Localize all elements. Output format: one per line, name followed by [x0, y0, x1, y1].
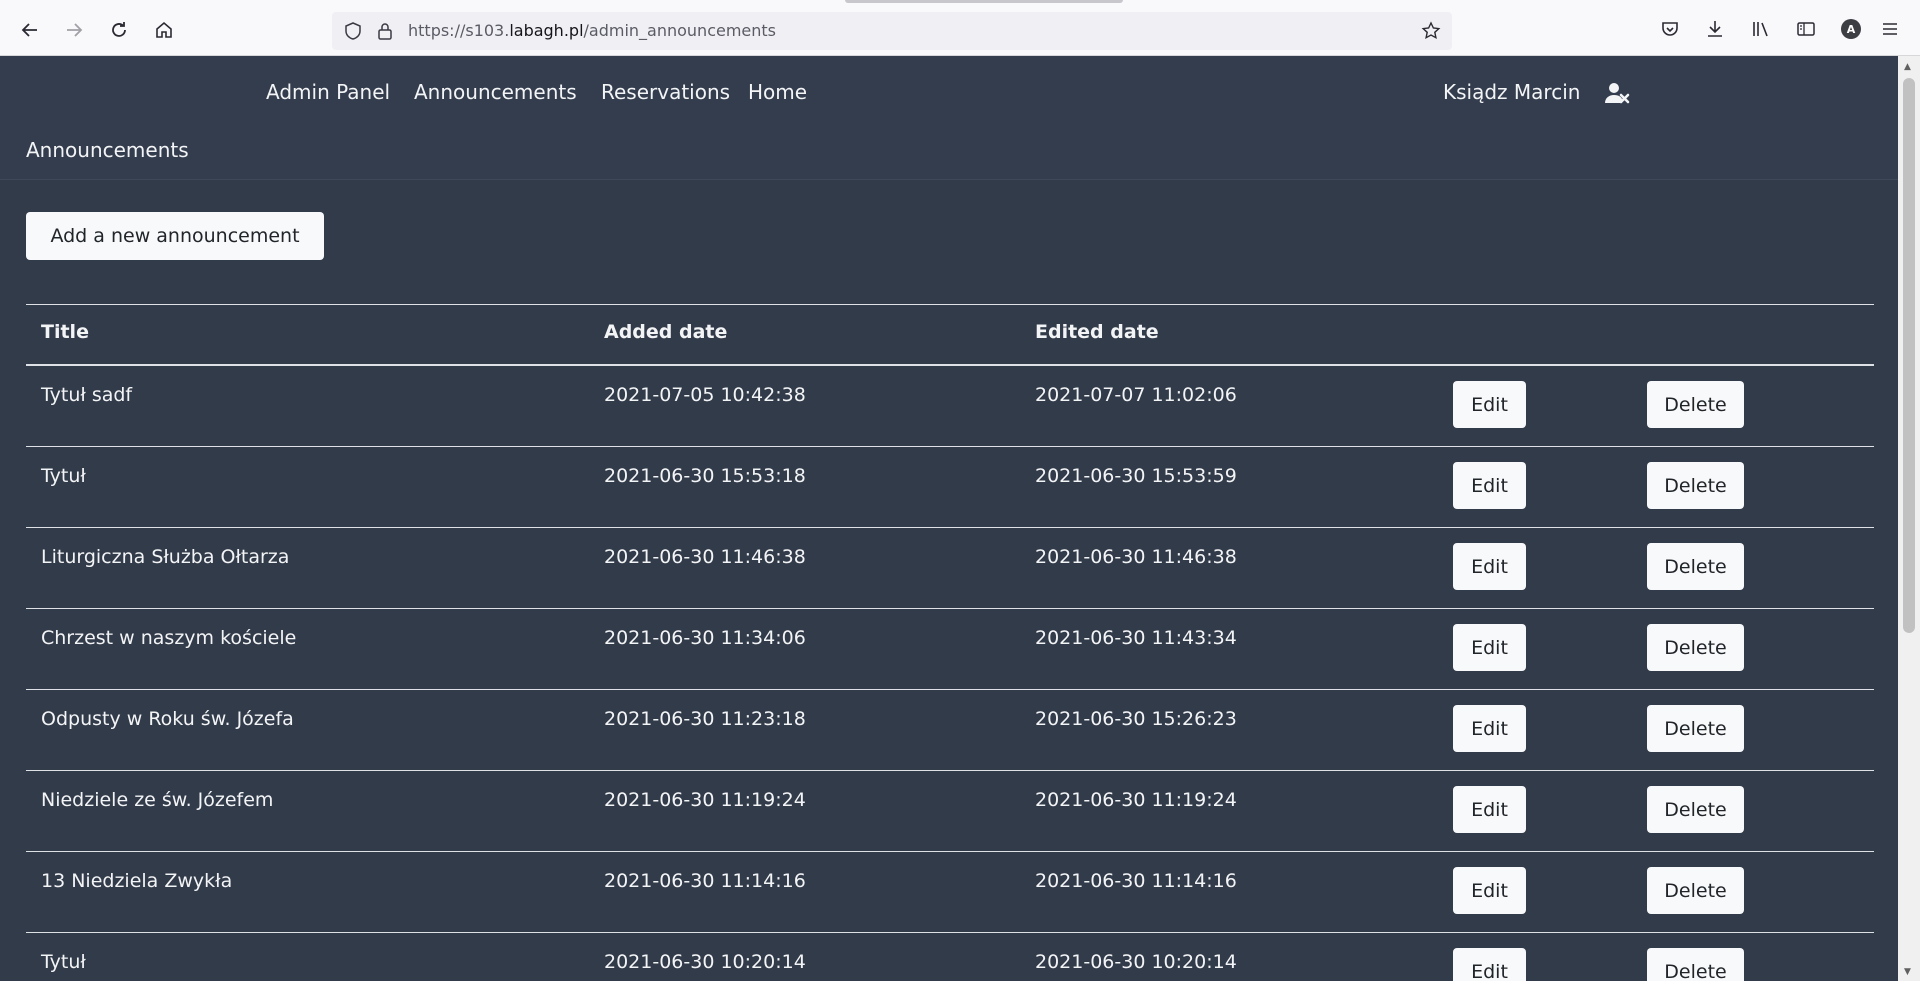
table-row: Odpusty w Roku św. Józefa 2021-06-30 11:…: [26, 690, 1874, 771]
nav-link-admin-panel[interactable]: Admin Panel: [266, 80, 390, 104]
nav-link-reservations[interactable]: Reservations: [601, 80, 730, 104]
cell-title: Tytuł: [41, 951, 86, 973]
page-scrollbar[interactable]: ▲ ▼: [1898, 56, 1920, 981]
cell-title: Chrzest w naszym kościele: [41, 627, 297, 649]
add-announcement-button[interactable]: Add a new announcement: [26, 212, 324, 260]
cell-added-date: 2021-06-30 15:53:18: [604, 465, 806, 487]
page: Admin Panel Announcements Reservations H…: [0, 56, 1898, 981]
table-row: 13 Niedziela Zwykła 2021-06-30 11:14:16 …: [26, 852, 1874, 933]
edit-button[interactable]: Edit: [1453, 867, 1526, 914]
header-edited-date: Edited date: [1035, 321, 1159, 343]
lock-icon[interactable]: [374, 20, 396, 42]
back-icon[interactable]: [14, 14, 46, 46]
account-initial: A: [1841, 19, 1861, 39]
cell-edited-date: 2021-06-30 11:43:34: [1035, 627, 1237, 649]
cell-edited-date: 2021-06-30 10:20:14: [1035, 951, 1237, 973]
cell-edited-date: 2021-06-30 11:46:38: [1035, 546, 1237, 568]
cell-added-date: 2021-06-30 11:23:18: [604, 708, 806, 730]
delete-button[interactable]: Delete: [1647, 786, 1744, 833]
url-prefix: https://s103.: [408, 21, 510, 40]
menu-icon[interactable]: [1877, 16, 1903, 42]
edit-button[interactable]: Edit: [1453, 786, 1526, 833]
cell-title: Odpusty w Roku św. Józefa: [41, 708, 294, 730]
table-row: Tytuł 2021-06-30 15:53:18 2021-06-30 15:…: [26, 447, 1874, 528]
section-title: Announcements: [26, 138, 189, 162]
delete-button[interactable]: Delete: [1647, 543, 1744, 590]
edit-button[interactable]: Edit: [1453, 462, 1526, 509]
edit-button[interactable]: Edit: [1453, 624, 1526, 671]
scroll-down-icon[interactable]: ▼: [1904, 967, 1911, 977]
nav-link-home[interactable]: Home: [748, 80, 807, 104]
edit-button[interactable]: Edit: [1453, 381, 1526, 428]
forward-icon[interactable]: [58, 14, 90, 46]
delete-button[interactable]: Delete: [1647, 624, 1744, 671]
bookmark-star-icon[interactable]: [1420, 20, 1442, 42]
cell-edited-date: 2021-06-30 11:14:16: [1035, 870, 1237, 892]
header-title: Title: [41, 321, 89, 343]
edit-button[interactable]: Edit: [1453, 543, 1526, 590]
user-name: Ksiądz Marcin: [1443, 80, 1581, 104]
home-icon[interactable]: [148, 14, 180, 46]
cell-added-date: 2021-06-30 11:14:16: [604, 870, 806, 892]
cell-title: 13 Niedziela Zwykła: [41, 870, 233, 892]
header-added-date: Added date: [604, 321, 728, 343]
tab-indicator: [845, 0, 1123, 3]
cell-edited-date: 2021-06-30 15:53:59: [1035, 465, 1237, 487]
cell-added-date: 2021-06-30 11:19:24: [604, 789, 806, 811]
cell-added-date: 2021-07-05 10:42:38: [604, 384, 806, 406]
sidebar-icon[interactable]: [1793, 16, 1819, 42]
cell-added-date: 2021-06-30 11:34:06: [604, 627, 806, 649]
account-icon[interactable]: A: [1838, 16, 1864, 42]
table-row: Tytuł 2021-06-30 10:20:14 2021-06-30 10:…: [26, 933, 1874, 981]
cell-added-date: 2021-06-30 11:46:38: [604, 546, 806, 568]
cell-edited-date: 2021-07-07 11:02:06: [1035, 384, 1237, 406]
table-header: Title Added date Edited date: [26, 304, 1874, 366]
reload-icon[interactable]: [103, 14, 135, 46]
url-path: /admin_announcements: [583, 21, 777, 40]
delete-button[interactable]: Delete: [1647, 705, 1744, 752]
delete-button[interactable]: Delete: [1647, 867, 1744, 914]
top-navigation: Admin Panel Announcements Reservations H…: [0, 56, 1898, 180]
cell-title: Niedziele ze św. Józefem: [41, 789, 274, 811]
cell-added-date: 2021-06-30 10:20:14: [604, 951, 806, 973]
pocket-icon[interactable]: [1657, 16, 1683, 42]
url-host: labagh.pl: [509, 21, 584, 40]
cell-title: Tytuł sadf: [41, 384, 133, 406]
edit-button[interactable]: Edit: [1453, 948, 1526, 981]
user-logout-icon[interactable]: [1604, 80, 1630, 106]
cell-edited-date: 2021-06-30 11:19:24: [1035, 789, 1237, 811]
address-bar[interactable]: https://s103.labagh.pl/admin_announcemen…: [332, 12, 1452, 50]
library-icon[interactable]: [1748, 16, 1774, 42]
nav-link-announcements[interactable]: Announcements: [414, 80, 577, 104]
shield-icon[interactable]: [342, 20, 364, 42]
cell-title: Tytuł: [41, 465, 86, 487]
cell-title: Liturgiczna Służba Ołtarza: [41, 546, 290, 568]
table-row: Niedziele ze św. Józefem 2021-06-30 11:1…: [26, 771, 1874, 852]
edit-button[interactable]: Edit: [1453, 705, 1526, 752]
table-row: Tytuł sadf 2021-07-05 10:42:38 2021-07-0…: [26, 366, 1874, 447]
scrollbar-thumb[interactable]: [1903, 78, 1915, 633]
browser-toolbar: https://s103.labagh.pl/admin_announcemen…: [0, 0, 1920, 56]
download-icon[interactable]: [1702, 16, 1728, 42]
delete-button[interactable]: Delete: [1647, 948, 1744, 981]
table-row: Liturgiczna Służba Ołtarza 2021-06-30 11…: [26, 528, 1874, 609]
table-row: Chrzest w naszym kościele 2021-06-30 11:…: [26, 609, 1874, 690]
scroll-up-icon[interactable]: ▲: [1904, 62, 1911, 72]
delete-button[interactable]: Delete: [1647, 462, 1744, 509]
cell-edited-date: 2021-06-30 15:26:23: [1035, 708, 1237, 730]
delete-button[interactable]: Delete: [1647, 381, 1744, 428]
url-text[interactable]: https://s103.labagh.pl/admin_announcemen…: [408, 21, 776, 40]
